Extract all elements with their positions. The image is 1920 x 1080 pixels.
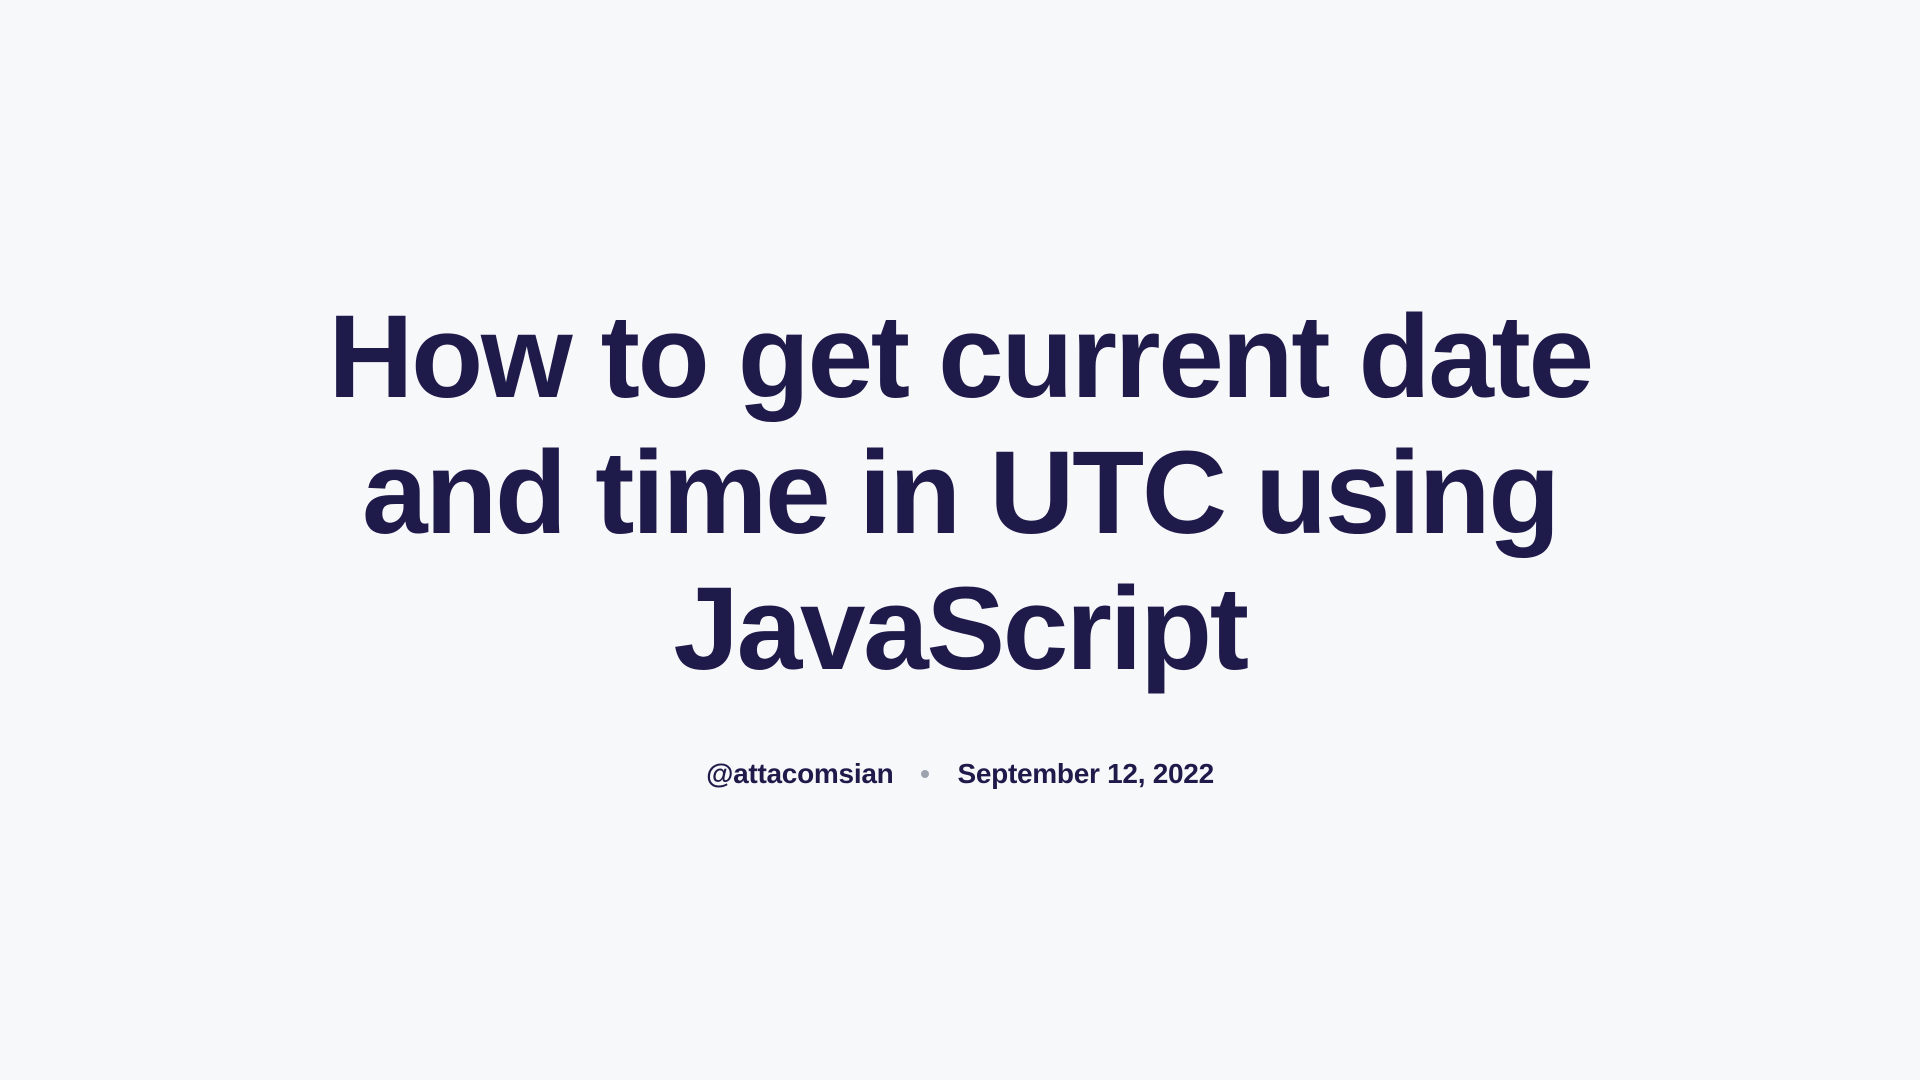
article-header: How to get current date and time in UTC … xyxy=(260,290,1660,789)
article-title: How to get current date and time in UTC … xyxy=(300,290,1620,697)
meta-separator xyxy=(921,770,929,778)
article-date: September 12, 2022 xyxy=(957,758,1213,790)
article-meta: @attacomsian September 12, 2022 xyxy=(300,758,1620,790)
article-author: @attacomsian xyxy=(706,758,893,790)
